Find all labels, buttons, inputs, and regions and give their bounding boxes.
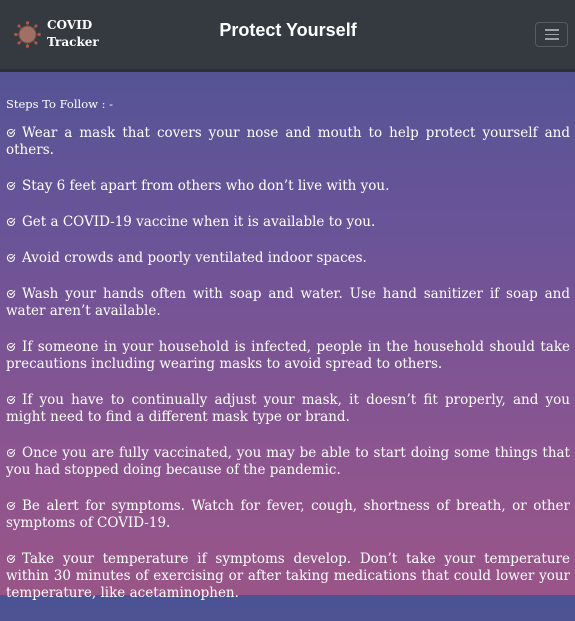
check-circle-icon [6, 501, 16, 510]
check-circle-icon [6, 181, 16, 190]
list-item: Get a COVID-19 vaccine when it is availa… [6, 214, 570, 231]
step-text: Wash your hands often with soap and wate… [6, 286, 570, 319]
step-text: Stay 6 feet apart from others who don’t … [22, 178, 390, 194]
check-circle-icon [6, 289, 16, 298]
list-item: Take your temperature if symptoms develo… [6, 551, 570, 602]
main-content: Steps To Follow : - Wear a mask that cov… [6, 96, 570, 621]
list-item: If someone in your household is infected… [6, 339, 570, 373]
step-text: Get a COVID-19 vaccine when it is availa… [22, 214, 376, 230]
check-circle-icon [6, 448, 16, 457]
step-text: Wear a mask that covers your nose and mo… [6, 125, 570, 158]
step-text: If someone in your household is infected… [6, 339, 570, 372]
step-text: Once you are fully vaccinated, you may b… [6, 445, 570, 478]
check-circle-icon [6, 554, 16, 563]
list-item: Wash your hands often with soap and wate… [6, 286, 570, 320]
page-title: Protect Yourself [219, 20, 357, 40]
menu-toggle-button[interactable] [535, 22, 568, 47]
check-circle-icon [6, 253, 16, 262]
list-item: If you have to continually adjust your m… [6, 392, 570, 426]
step-text: Be alert for symptoms. Watch for fever, … [6, 498, 570, 531]
hamburger-icon [544, 29, 559, 31]
check-circle-icon [6, 128, 16, 137]
check-circle-icon [6, 217, 16, 226]
list-item: Once you are fully vaccinated, you may b… [6, 445, 570, 479]
virus-icon [14, 20, 41, 48]
steps-heading: Steps To Follow : - [6, 97, 114, 111]
list-item: Wear a mask that covers your nose and mo… [6, 125, 570, 159]
navbar: COVID Tracker Protect Yourself [0, 0, 575, 72]
check-circle-icon [6, 395, 16, 404]
step-text: If you have to continually adjust your m… [6, 392, 570, 425]
step-text: Avoid crowds and poorly ventilated indoo… [22, 250, 367, 266]
step-text: Take your temperature if symptoms develo… [6, 551, 570, 601]
list-item: Avoid crowds and poorly ventilated indoo… [6, 250, 570, 267]
check-circle-icon [6, 342, 16, 351]
list-item: Be alert for symptoms. Watch for fever, … [6, 498, 570, 532]
list-item: Stay 6 feet apart from others who don’t … [6, 178, 570, 195]
